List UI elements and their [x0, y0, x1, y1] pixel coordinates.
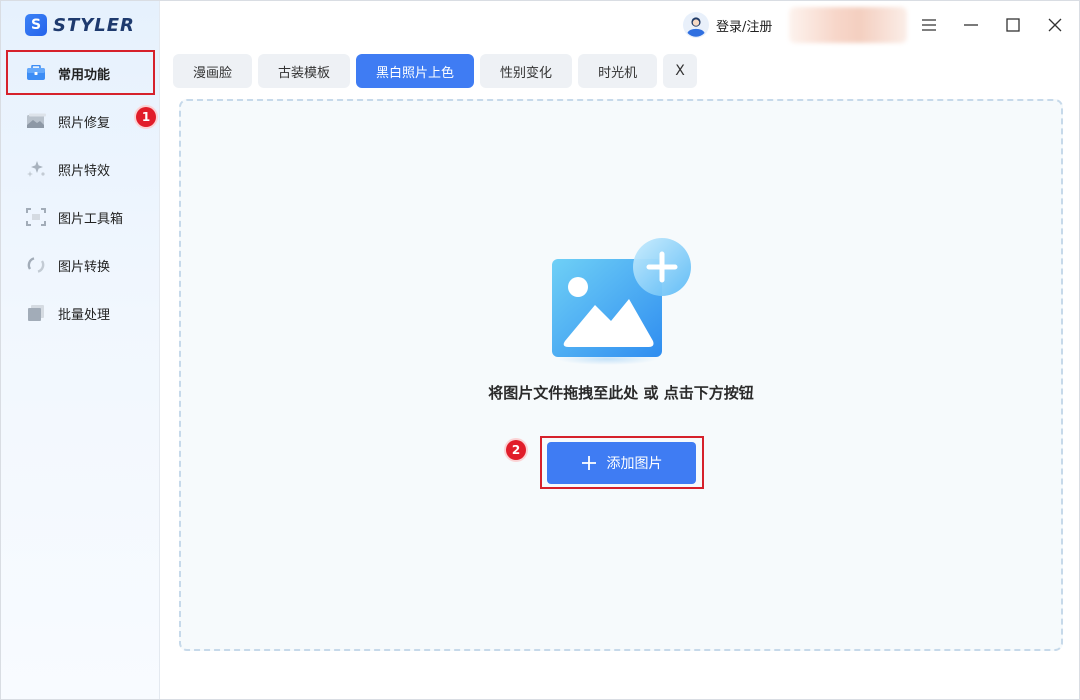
brand-logo-icon: S: [25, 14, 47, 36]
sidebar-item-common-functions[interactable]: 常用功能: [1, 49, 160, 97]
tab-ancient-costume-template[interactable]: 古装模板: [258, 54, 351, 88]
sidebar-item-label: 图片转换: [58, 259, 111, 275]
tab-gender-swap[interactable]: 性别变化: [480, 54, 573, 88]
sidebar-item-label: 批量处理: [58, 307, 111, 323]
login-register-link[interactable]: 登录/注册: [683, 10, 772, 40]
convert-circle-icon: [26, 256, 46, 274]
close-icon: [1048, 18, 1062, 32]
plus-icon: [581, 456, 596, 470]
tab-time-machine[interactable]: 时光机: [578, 54, 658, 88]
sidebar-item-image-convert[interactable]: 图片转换: [1, 241, 160, 289]
login-register-label: 登录/注册: [716, 19, 773, 35]
minimize-button[interactable]: [957, 11, 985, 39]
tab-colorize-bw-photo[interactable]: 黑白照片上色: [356, 54, 475, 88]
minimize-icon: [964, 24, 978, 26]
tab-close-button[interactable]: X: [663, 54, 698, 88]
photo-restore-icon: [26, 112, 46, 130]
sidebar-item-photo-effects[interactable]: 照片特效: [1, 145, 160, 193]
sidebar: S STYLER 常用功能 照片修复 照片特效 图片工具箱 图片转换 批量处理: [1, 1, 160, 699]
close-window-button[interactable]: [1041, 11, 1069, 39]
step-badge-2: 2: [506, 440, 526, 460]
blurred-user-info: [789, 7, 907, 43]
sidebar-item-label: 常用功能: [58, 67, 111, 83]
menu-button[interactable]: [915, 11, 943, 39]
user-avatar-icon: [683, 12, 709, 38]
menu-icon: [922, 19, 936, 31]
crop-frame-icon: [26, 208, 46, 226]
sidebar-item-label: 图片工具箱: [58, 211, 124, 227]
app-window: S STYLER 常用功能 照片修复 照片特效 图片工具箱 图片转换 批量处理 …: [0, 0, 1080, 700]
sidebar-item-label: 照片修复: [58, 115, 111, 131]
add-image-button-label: 添加图片: [606, 456, 663, 472]
sidebar-nav: 常用功能 照片修复 照片特效 图片工具箱 图片转换 批量处理: [1, 49, 160, 337]
add-image-button[interactable]: 添加图片: [547, 442, 696, 484]
feature-tabs: 漫画脸 古装模板 黑白照片上色 性别变化 时光机 X: [173, 54, 698, 88]
drop-hint-text: 将图片文件拖拽至此处 或 点击下方按钮: [488, 384, 754, 402]
sidebar-item-batch-process[interactable]: 批量处理: [1, 289, 160, 337]
sidebar-item-label: 照片特效: [58, 163, 111, 179]
step-badge-1: 1: [136, 107, 156, 127]
batch-stack-icon: [26, 304, 46, 322]
sparkle-effects-icon: [26, 160, 46, 178]
brand: S STYLER: [25, 13, 135, 37]
maximize-button[interactable]: [999, 11, 1027, 39]
tab-comic-face[interactable]: 漫画脸: [173, 54, 253, 88]
sidebar-item-image-toolbox[interactable]: 图片工具箱: [1, 193, 160, 241]
toolbox-icon: [26, 64, 46, 82]
add-image-illustration-icon: [552, 238, 691, 365]
maximize-icon: [1006, 18, 1020, 32]
title-bar: 登录/注册: [161, 1, 1079, 49]
image-drop-zone[interactable]: [179, 99, 1063, 651]
brand-name: STYLER: [53, 14, 135, 36]
